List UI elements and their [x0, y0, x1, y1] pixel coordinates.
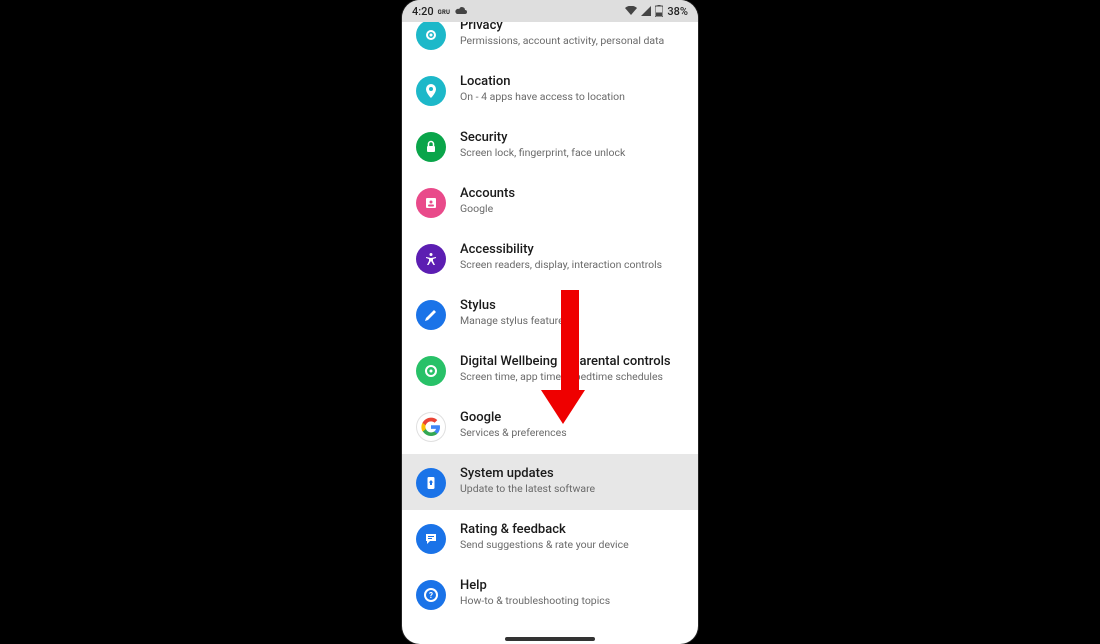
settings-item-title: Privacy	[460, 22, 684, 33]
settings-list[interactable]: PrivacyPermissions, account activity, pe…	[402, 22, 698, 632]
settings-item-help[interactable]: ? HelpHow-to & troubleshooting topics	[402, 566, 698, 622]
settings-item-subtitle: Send suggestions & rate your device	[460, 538, 684, 552]
settings-item-system[interactable]: SystemLanguages, gestures, time, backup	[402, 622, 698, 632]
location-icon	[416, 76, 446, 106]
settings-item-stylus[interactable]: StylusManage stylus features	[402, 286, 698, 342]
settings-item-subtitle: How-to & troubleshooting topics	[460, 594, 684, 608]
security-icon	[416, 132, 446, 162]
settings-item-title: Google	[460, 410, 684, 425]
settings-item-title: Digital Wellbeing & parental controls	[460, 354, 684, 369]
settings-item-title: Security	[460, 130, 684, 145]
privacy-icon	[416, 22, 446, 50]
google-icon	[416, 412, 446, 442]
settings-item-subtitle: Screen lock, fingerprint, face unlock	[460, 146, 684, 160]
rating-icon	[416, 524, 446, 554]
settings-item-subtitle: Services & preferences	[460, 426, 684, 440]
settings-item-title: System updates	[460, 466, 684, 481]
settings-item-updates[interactable]: System updatesUpdate to the latest softw…	[402, 454, 698, 510]
battery-icon	[655, 5, 663, 17]
settings-item-subtitle: Update to the latest software	[460, 482, 684, 496]
settings-item-subtitle: Google	[460, 202, 684, 216]
gesture-bar[interactable]	[505, 637, 595, 641]
settings-item-location[interactable]: LocationOn - 4 apps have access to locat…	[402, 62, 698, 118]
status-time: 4:20	[412, 5, 434, 18]
settings-item-title: Accessibility	[460, 242, 684, 257]
cloud-icon	[454, 6, 468, 16]
status-bar: 4:20 GRU 38%	[402, 0, 698, 22]
status-tz: GRU	[438, 9, 451, 16]
settings-item-subtitle: Manage stylus features	[460, 314, 684, 328]
settings-item-accounts[interactable]: AccountsGoogle	[402, 174, 698, 230]
accounts-icon	[416, 188, 446, 218]
settings-item-subtitle: Screen time, app timers, bedtime schedul…	[460, 370, 684, 384]
status-battery: 38%	[667, 5, 688, 18]
help-icon: ?	[416, 580, 446, 610]
settings-item-accessibility[interactable]: AccessibilityScreen readers, display, in…	[402, 230, 698, 286]
stylus-icon	[416, 300, 446, 330]
signal-icon	[641, 6, 651, 16]
wifi-icon	[625, 6, 637, 16]
wellbeing-icon	[416, 356, 446, 386]
settings-item-title: Stylus	[460, 298, 684, 313]
status-bar-left: 4:20 GRU	[412, 5, 468, 18]
settings-item-subtitle: Screen readers, display, interaction con…	[460, 258, 684, 272]
accessibility-icon	[416, 244, 446, 274]
settings-item-privacy[interactable]: PrivacyPermissions, account activity, pe…	[402, 22, 698, 62]
settings-item-wellbeing[interactable]: Digital Wellbeing & parental controlsScr…	[402, 342, 698, 398]
settings-item-subtitle: Permissions, account activity, personal …	[460, 34, 684, 48]
settings-item-rating[interactable]: Rating & feedbackSend suggestions & rate…	[402, 510, 698, 566]
settings-item-security[interactable]: SecurityScreen lock, fingerprint, face u…	[402, 118, 698, 174]
settings-item-title: Rating & feedback	[460, 522, 684, 537]
settings-item-google[interactable]: GoogleServices & preferences	[402, 398, 698, 454]
status-bar-right: 38%	[625, 5, 688, 18]
phone-frame: 4:20 GRU 38% PrivacyPermissions, account…	[402, 0, 698, 644]
svg-text:?: ?	[429, 591, 433, 600]
updates-icon	[416, 468, 446, 498]
settings-item-title: Location	[460, 74, 684, 89]
settings-item-title: Accounts	[460, 186, 684, 201]
settings-item-subtitle: On - 4 apps have access to location	[460, 90, 684, 104]
settings-item-title: Help	[460, 578, 684, 593]
